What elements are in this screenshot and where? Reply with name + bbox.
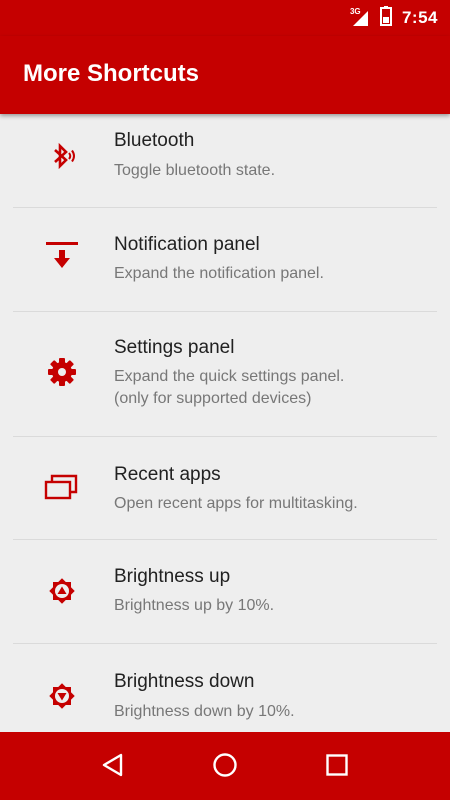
item-title: Recent apps — [114, 464, 221, 485]
item-description: Expand the notification panel. — [114, 265, 324, 282]
list-item-bluetooth[interactable]: Bluetooth Toggle bluetooth state. — [0, 116, 450, 220]
item-title: Settings panel — [114, 337, 235, 358]
page-title: More Shortcuts — [23, 60, 200, 87]
list-item-brightness-down[interactable]: Brightness down Brightness down by 10%. — [0, 644, 450, 732]
item-description: Toggle bluetooth state. — [114, 162, 276, 179]
bluetooth-icon — [44, 138, 80, 174]
status-time: 7:54 — [401, 8, 438, 27]
recent-apps-icon — [44, 469, 80, 505]
app-bar: More Shortcuts — [0, 36, 450, 114]
navigation-bar — [0, 732, 450, 800]
item-title: Brightness down — [114, 671, 255, 692]
item-description-line-1: Expand the quick settings panel. — [114, 368, 345, 385]
item-title: Brightness up — [114, 566, 231, 587]
shortcut-list: Bluetooth Toggle bluetooth state. Notifi… — [0, 116, 450, 732]
recents-icon — [325, 753, 349, 782]
home-icon — [212, 752, 238, 783]
item-description-line-2: (only for supported devices) — [114, 390, 312, 407]
item-description: Open recent apps for multitasking. — [114, 495, 358, 512]
item-title: Bluetooth — [114, 130, 195, 151]
settings-gear-icon — [44, 354, 80, 390]
list-item-notification-panel[interactable]: Notification panel Expand the notificati… — [0, 208, 450, 312]
item-description: Brightness down by 10%. — [114, 703, 295, 720]
list-item-brightness-up[interactable]: Brightness up Brightness up by 10%. — [0, 540, 450, 644]
status-icons: 3G 7:54 — [350, 0, 438, 36]
brightness-up-icon — [44, 573, 80, 609]
battery-icon — [379, 5, 392, 31]
recents-button[interactable] — [314, 744, 360, 790]
brightness-down-icon — [44, 678, 80, 714]
item-title: Notification panel — [114, 234, 260, 255]
home-button[interactable] — [202, 744, 248, 790]
signal-icon: 3G — [349, 7, 370, 27]
notification-panel-icon — [44, 238, 80, 274]
back-icon — [100, 752, 126, 783]
status-bar: 3G 7:54 — [0, 0, 450, 36]
back-button[interactable] — [90, 744, 136, 790]
network-type-label: 3G — [349, 7, 361, 16]
item-description: Brightness up by 10%. — [114, 597, 275, 614]
list-item-recent-apps[interactable]: Recent apps Open recent apps for multita… — [0, 437, 450, 541]
list-item-settings-panel[interactable]: Settings panel Expand the quick settings… — [0, 312, 450, 436]
